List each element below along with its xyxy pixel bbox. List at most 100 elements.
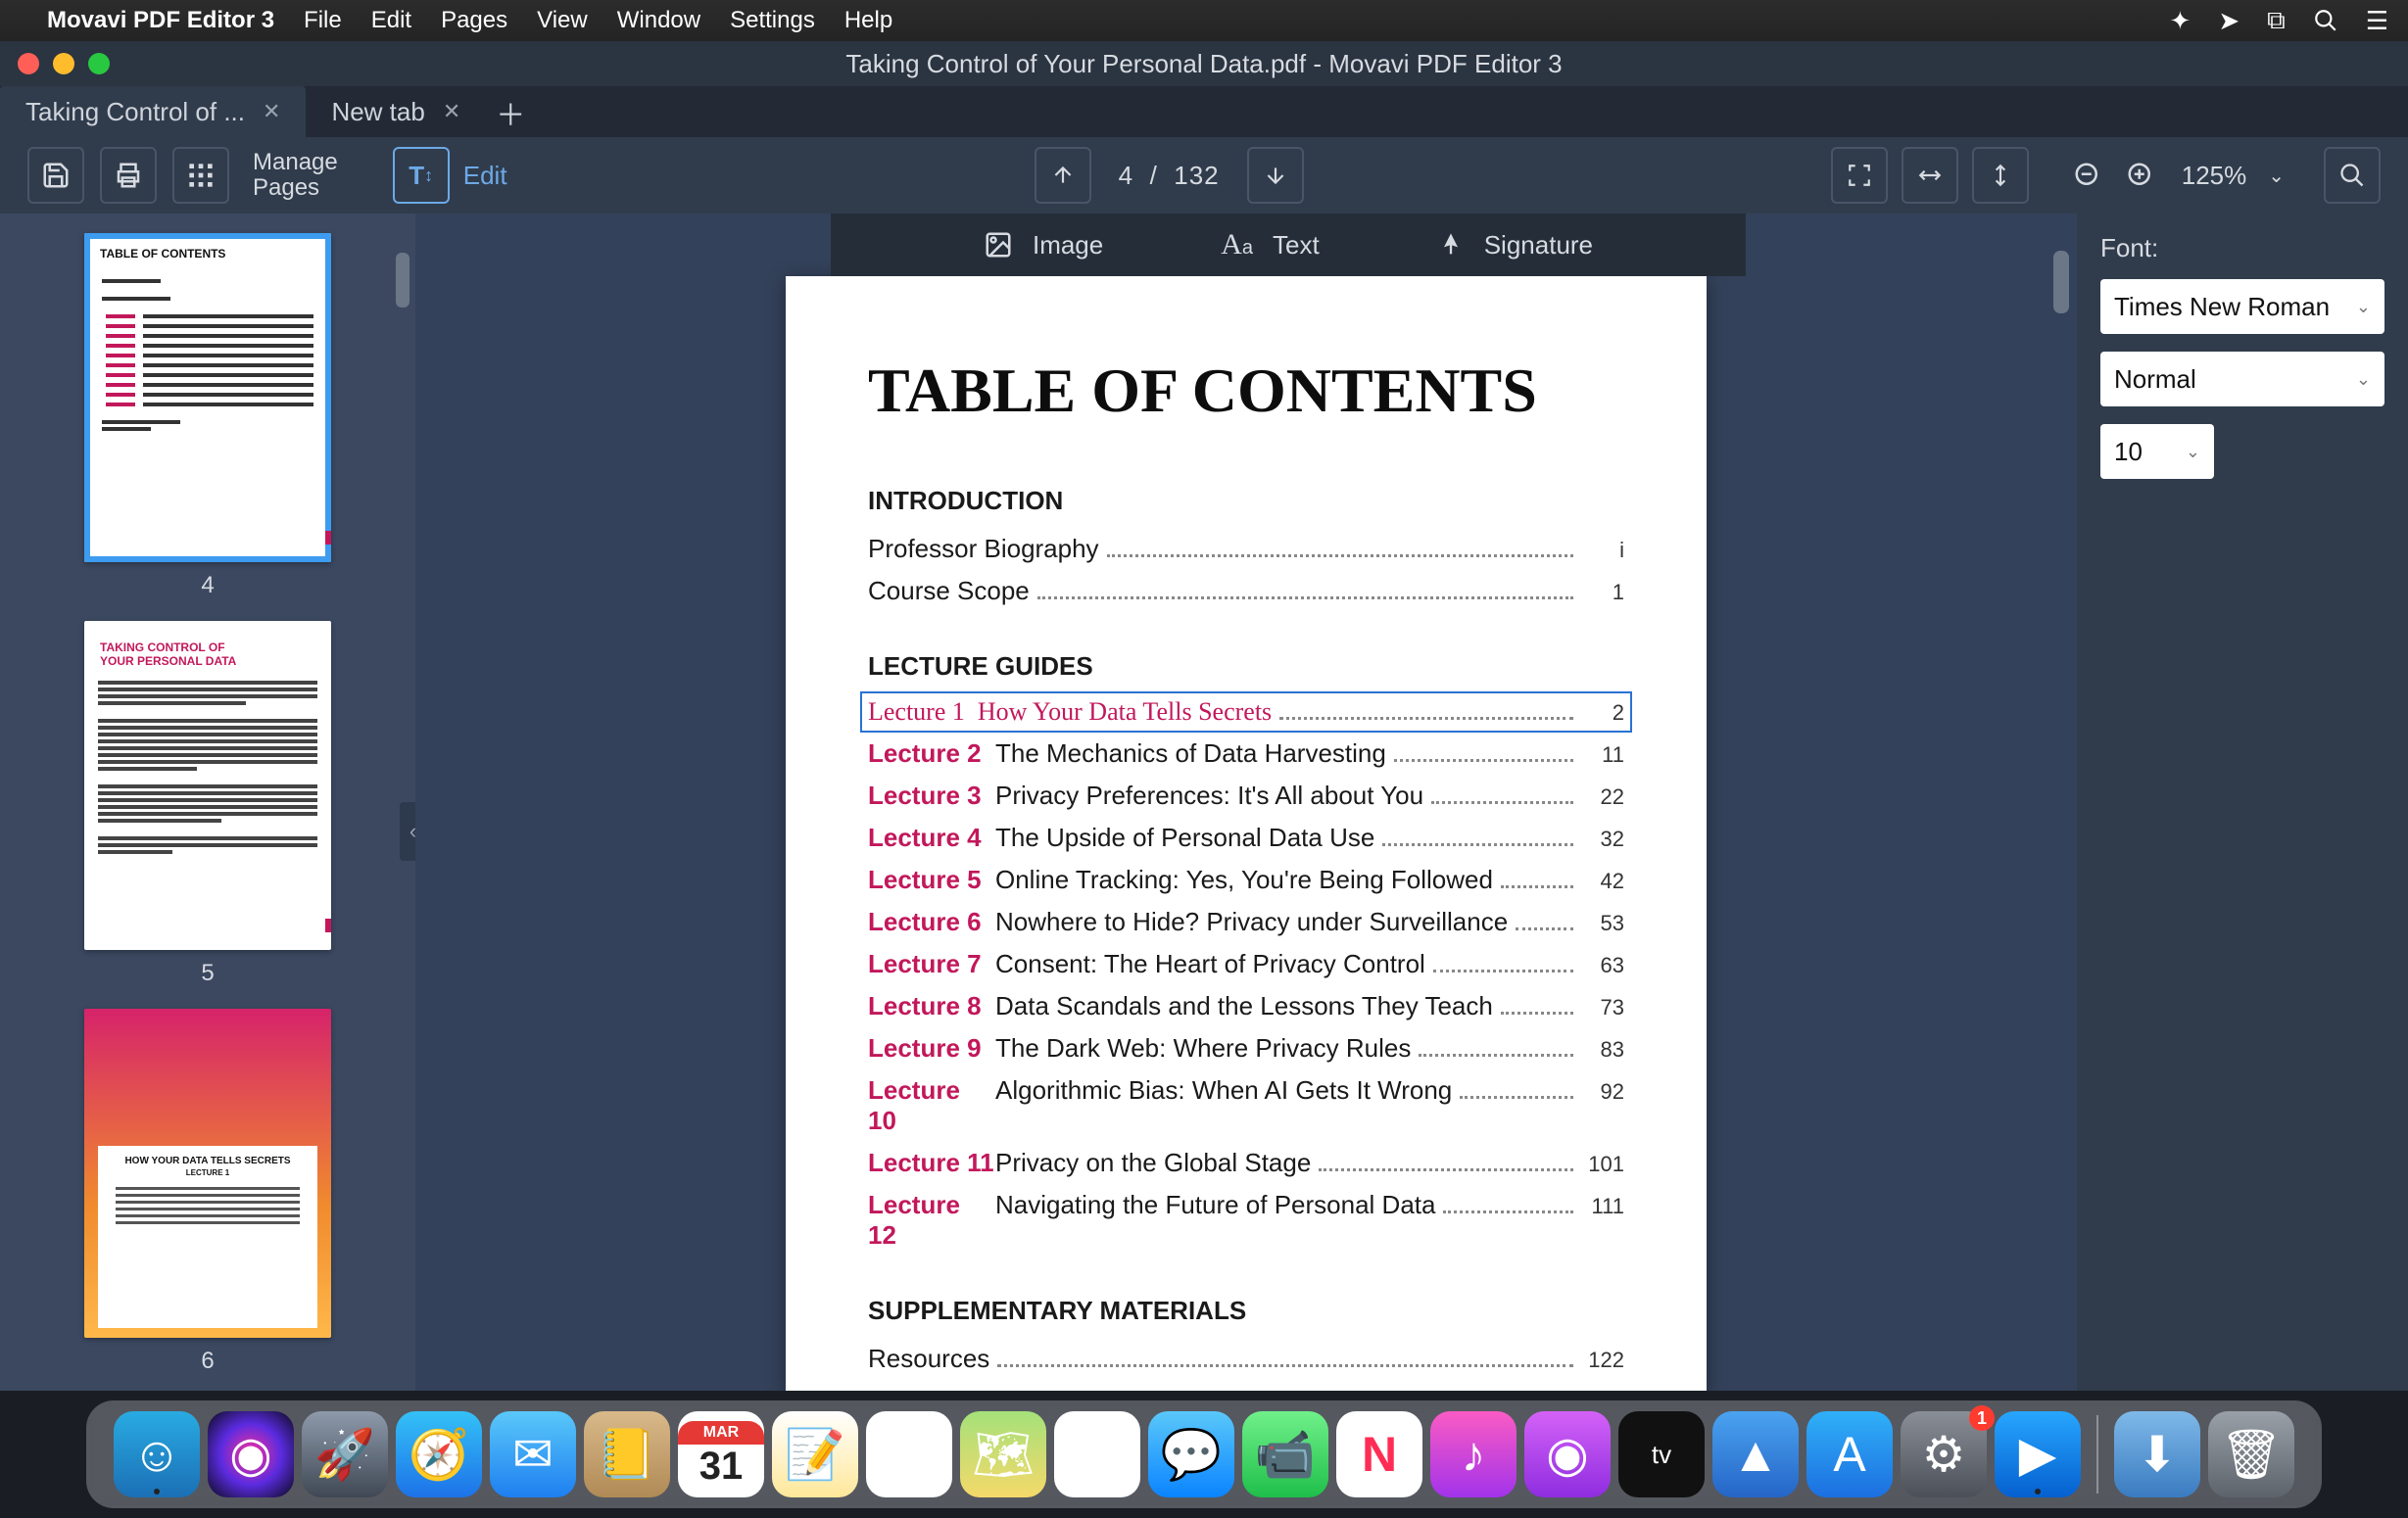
fit-height-button[interactable] <box>1972 147 2029 204</box>
document-title[interactable]: TABLE OF CONTENTS <box>868 355 1624 427</box>
font-style-select[interactable]: Normal ⌄ <box>2100 352 2384 406</box>
scrollbar-thumb[interactable] <box>396 253 409 308</box>
macos-dock: ☺ ◉ 🚀 🧭 ✉ 📒 MAR31 📝 ☑ 🗺 ✿ 💬 📹 N ♪ ◉ tv ▲… <box>86 1400 2322 1508</box>
toc-row[interactable]: Lecture 8Data Scandals and the Lessons T… <box>868 985 1624 1027</box>
tab-document[interactable]: Taking Control of ... ✕ <box>0 86 306 137</box>
page-indicator[interactable]: 4 / 132 <box>1119 161 1220 191</box>
toc-row[interactable]: Lecture 2The Mechanics of Data Harvestin… <box>868 733 1624 775</box>
dock-reminders-icon[interactable]: ☑ <box>866 1411 952 1497</box>
page-thumbnail[interactable]: TABLE OF CONTENTS <box>84 233 331 562</box>
fit-width-button[interactable] <box>1902 147 1958 204</box>
scrollbar-thumb[interactable] <box>2053 251 2069 313</box>
toc-row[interactable]: Lecture 5Online Tracking: Yes, You're Be… <box>868 859 1624 901</box>
status-icon-list[interactable]: ☰ <box>2366 6 2388 36</box>
dock-maps-icon[interactable]: 🗺 <box>960 1411 1046 1497</box>
badge: 1 <box>1969 1405 1995 1431</box>
toc-row[interactable]: Lecture 11Privacy on the Global Stage101 <box>868 1142 1624 1184</box>
edit-mode-toggle[interactable]: T↕ Edit <box>393 147 507 204</box>
page-view[interactable]: Image Aa Text Signature TABLE OF CONTENT… <box>415 213 2077 1391</box>
toc-row[interactable]: Professor Biographyi <box>868 528 1624 570</box>
thumbnail-sidebar[interactable]: TABLE OF CONTENTS <box>0 213 415 1391</box>
thumbnail-number: 4 <box>201 572 214 599</box>
toc-row[interactable]: Resources122 <box>868 1338 1624 1380</box>
search-button[interactable] <box>2324 147 2381 204</box>
dock-podcasts-icon[interactable]: ◉ <box>1524 1411 1611 1497</box>
dock-downloads-icon[interactable]: ⬇ <box>2114 1411 2200 1497</box>
dock-launchpad-icon[interactable]: 🚀 <box>302 1411 388 1497</box>
toc-row[interactable]: Lecture 3Privacy Preferences: It's All a… <box>868 775 1624 817</box>
dock-contacts-icon[interactable]: 📒 <box>584 1411 670 1497</box>
dock-siri-icon[interactable]: ◉ <box>208 1411 294 1497</box>
manage-pages-label[interactable]: Manage Pages <box>253 150 338 201</box>
menu-view[interactable]: View <box>537 7 588 34</box>
save-button[interactable] <box>27 147 84 204</box>
toc-row[interactable]: Lecture 4The Upside of Personal Data Use… <box>868 817 1624 859</box>
page-up-button[interactable] <box>1035 147 1091 204</box>
toc-row[interactable]: Lecture 1 How Your Data Tells Secrets2 <box>862 693 1630 731</box>
signature-icon <box>1437 231 1465 259</box>
tab-close-icon[interactable]: ✕ <box>263 99 280 124</box>
dock-facetime-icon[interactable]: 📹 <box>1242 1411 1328 1497</box>
dock-calendar-icon[interactable]: MAR31 <box>678 1411 764 1497</box>
dock-mail-icon[interactable]: ✉ <box>490 1411 576 1497</box>
status-icon-cursor[interactable]: ➤ <box>2218 6 2239 36</box>
menu-help[interactable]: Help <box>844 7 892 34</box>
status-icon-search[interactable] <box>2313 8 2338 33</box>
menu-settings[interactable]: Settings <box>730 7 815 34</box>
pages-grid-button[interactable] <box>172 147 229 204</box>
dock-appstore-icon[interactable]: A <box>1806 1411 1893 1497</box>
dock-photos-icon[interactable]: ✿ <box>1054 1411 1140 1497</box>
app-name[interactable]: Movavi PDF Editor 3 <box>47 7 274 34</box>
zoom-level[interactable]: 125% <box>2174 161 2255 191</box>
insert-text-button[interactable]: Aa Text <box>1221 228 1319 261</box>
section-heading-supplementary[interactable]: SUPPLEMENTARY MATERIALS <box>868 1296 1624 1326</box>
toc-row[interactable]: Lecture 10Algorithmic Bias: When AI Gets… <box>868 1069 1624 1142</box>
main-toolbar: Manage Pages T↕ Edit 4 / 132 <box>0 137 2408 213</box>
page-thumbnail[interactable]: HOW YOUR DATA TELLS SECRETS LECTURE 1 <box>84 1009 331 1338</box>
toc-row[interactable]: Lecture 9The Dark Web: Where Privacy Rul… <box>868 1027 1624 1069</box>
zoom-in-button[interactable] <box>2121 147 2160 204</box>
page-thumbnail[interactable]: TAKING CONTROL OFYOUR PERSONAL DATA <box>84 621 331 950</box>
dock-messages-icon[interactable]: 💬 <box>1148 1411 1234 1497</box>
dock-notes-icon[interactable]: 📝 <box>772 1411 858 1497</box>
window-minimize-button[interactable] <box>53 53 74 74</box>
document-tabs: Taking Control of ... ✕ New tab ✕ ＋ <box>0 86 2408 137</box>
traffic-lights <box>0 53 110 74</box>
pdf-page[interactable]: TABLE OF CONTENTS INTRODUCTION Professor… <box>786 276 1707 1391</box>
window-close-button[interactable] <box>18 53 39 74</box>
toc-row[interactable]: Lecture 12Navigating the Future of Perso… <box>868 1184 1624 1257</box>
tab-new[interactable]: New tab ✕ <box>306 86 486 137</box>
tab-add-button[interactable]: ＋ <box>486 88 535 137</box>
status-icon-screens[interactable]: ⧉ <box>2267 5 2286 36</box>
dock-tv-icon[interactable]: tv <box>1618 1411 1705 1497</box>
tab-close-icon[interactable]: ✕ <box>443 99 460 124</box>
toc-row[interactable]: Lecture 7Consent: The Heart of Privacy C… <box>868 943 1624 985</box>
dock-safari-icon[interactable]: 🧭 <box>396 1411 482 1497</box>
menu-edit[interactable]: Edit <box>371 7 411 34</box>
dock-music-icon[interactable]: ♪ <box>1430 1411 1517 1497</box>
toc-row[interactable]: Course Scope1 <box>868 570 1624 612</box>
font-family-select[interactable]: Times New Roman ⌄ <box>2100 279 2384 334</box>
section-heading-intro[interactable]: INTRODUCTION <box>868 486 1624 516</box>
dock-news-icon[interactable]: N <box>1336 1411 1422 1497</box>
toc-row[interactable]: Lecture 6Nowhere to Hide? Privacy under … <box>868 901 1624 943</box>
menu-pages[interactable]: Pages <box>441 7 507 34</box>
dock-trash-icon[interactable]: 🗑 <box>2208 1411 2294 1497</box>
zoom-dropdown-icon[interactable]: ⌄ <box>2268 164 2285 188</box>
zoom-out-button[interactable] <box>2068 147 2107 204</box>
font-size-select[interactable]: 10 ⌄ <box>2100 424 2214 479</box>
window-maximize-button[interactable] <box>88 53 110 74</box>
dock-finder-icon[interactable]: ☺ <box>114 1411 200 1497</box>
section-heading-lectures[interactable]: LECTURE GUIDES <box>868 651 1624 682</box>
insert-image-button[interactable]: Image <box>984 230 1103 261</box>
insert-signature-button[interactable]: Signature <box>1437 230 1593 261</box>
menu-file[interactable]: File <box>304 7 342 34</box>
dock-movavi-icon[interactable]: ▶ <box>1995 1411 2081 1497</box>
menu-window[interactable]: Window <box>617 7 700 34</box>
dock-app-icon[interactable]: ▲ <box>1712 1411 1799 1497</box>
fullscreen-button[interactable] <box>1831 147 1888 204</box>
status-icon-shield[interactable]: ✦ <box>2170 6 2191 36</box>
print-button[interactable] <box>100 147 157 204</box>
page-down-button[interactable] <box>1247 147 1304 204</box>
dock-preferences-icon[interactable]: ⚙1 <box>1901 1411 1987 1497</box>
